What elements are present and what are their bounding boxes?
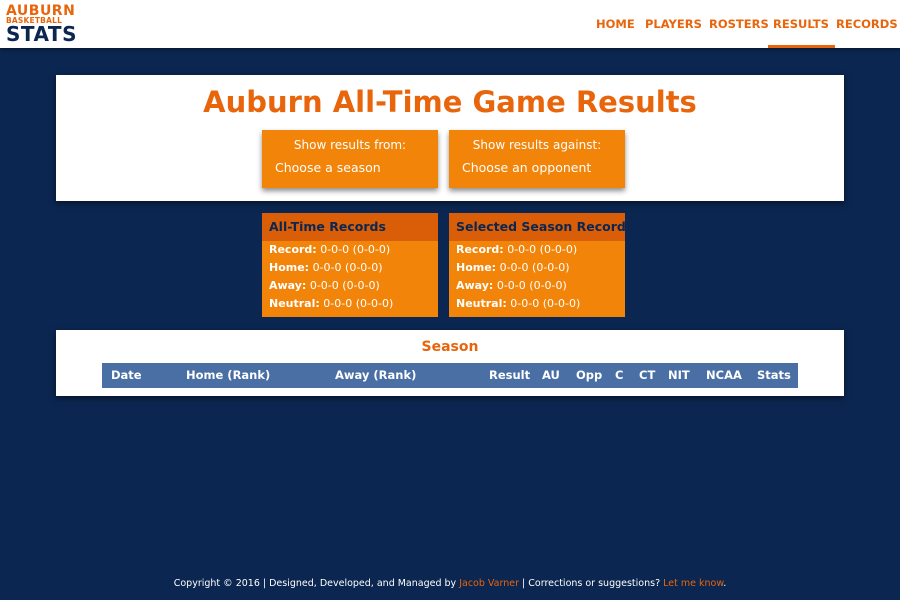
home-value: 0-0-0 (0-0-0) bbox=[312, 261, 383, 274]
season-filter-value[interactable]: Choose a season bbox=[275, 160, 381, 175]
footer-corrections-text: | Corrections or suggestions? bbox=[519, 578, 664, 589]
column-header-ct[interactable]: CT bbox=[639, 363, 655, 388]
all-time-home-line: Home: 0-0-0 (0-0-0) bbox=[262, 259, 438, 277]
neutral-label: Neutral: bbox=[269, 297, 320, 310]
all-time-neutral-line: Neutral: 0-0-0 (0-0-0) bbox=[262, 295, 438, 313]
nav-home[interactable]: HOME bbox=[596, 17, 635, 31]
home-value: 0-0-0 (0-0-0) bbox=[499, 261, 570, 274]
all-time-records-title: All-Time Records bbox=[262, 213, 438, 241]
opponent-filter-label: Show results against: bbox=[472, 138, 602, 152]
neutral-value: 0-0-0 (0-0-0) bbox=[323, 297, 394, 310]
column-header-opp[interactable]: Opp bbox=[576, 363, 602, 388]
season-neutral-line: Neutral: 0-0-0 (0-0-0) bbox=[449, 295, 625, 313]
footer-copyright-text: Copyright © 2016 | Designed, Developed, … bbox=[173, 578, 460, 589]
nav-players[interactable]: PLAYERS bbox=[645, 17, 702, 31]
results-table-header: Date Home (Rank) Away (Rank) Result AU O… bbox=[102, 363, 798, 388]
home-label: Home: bbox=[269, 261, 310, 274]
away-value: 0-0-0 (0-0-0) bbox=[309, 279, 380, 292]
top-navbar: AUBURN BASKETBALL STATS HOME PLAYERS ROS… bbox=[0, 0, 900, 48]
column-header-date[interactable]: Date bbox=[111, 363, 142, 388]
logo-stats-text: STATS bbox=[6, 22, 77, 46]
neutral-value: 0-0-0 (0-0-0) bbox=[510, 297, 581, 310]
away-label: Away: bbox=[269, 279, 307, 292]
all-time-away-line: Away: 0-0-0 (0-0-0) bbox=[262, 277, 438, 295]
season-filter-dropdown[interactable]: Show results from: Choose a season bbox=[262, 130, 438, 188]
all-time-records-box: All-Time Records Record: 0-0-0 (0-0-0) H… bbox=[262, 213, 438, 317]
season-records-box: Selected Season Records Record: 0-0-0 (0… bbox=[449, 213, 633, 317]
column-header-au[interactable]: AU bbox=[542, 363, 560, 388]
season-record-line: Record: 0-0-0 (0-0-0) bbox=[449, 241, 625, 259]
season-home-line: Home: 0-0-0 (0-0-0) bbox=[449, 259, 625, 277]
page-footer: Copyright © 2016 | Designed, Developed, … bbox=[0, 578, 900, 589]
footer-author-link[interactable]: Jacob Varner bbox=[459, 578, 519, 589]
results-header-panel: Auburn All-Time Game Results Show result… bbox=[56, 75, 844, 201]
all-time-record-line: Record: 0-0-0 (0-0-0) bbox=[262, 241, 438, 259]
away-value: 0-0-0 (0-0-0) bbox=[496, 279, 567, 292]
column-header-ncaa[interactable]: NCAA bbox=[706, 363, 742, 388]
site-logo[interactable]: AUBURN BASKETBALL STATS bbox=[6, 4, 86, 46]
column-header-stats[interactable]: Stats bbox=[757, 363, 791, 388]
page-title: Auburn All-Time Game Results bbox=[203, 85, 697, 119]
record-label: Record: bbox=[269, 243, 317, 256]
column-header-nit[interactable]: NIT bbox=[668, 363, 690, 388]
opponent-filter-value[interactable]: Choose an opponent bbox=[462, 160, 591, 175]
column-header-away[interactable]: Away (Rank) bbox=[335, 363, 416, 388]
record-value: 0-0-0 (0-0-0) bbox=[320, 243, 391, 256]
season-table-title: Season bbox=[421, 339, 479, 355]
neutral-label: Neutral: bbox=[456, 297, 507, 310]
record-label: Record: bbox=[456, 243, 504, 256]
nav-results[interactable]: RESULTS bbox=[768, 17, 835, 48]
season-results-panel: Season Date Home (Rank) Away (Rank) Resu… bbox=[56, 330, 844, 396]
column-header-result[interactable]: Result bbox=[489, 363, 530, 388]
home-label: Home: bbox=[456, 261, 497, 274]
away-label: Away: bbox=[456, 279, 494, 292]
season-records-title: Selected Season Records bbox=[449, 213, 633, 241]
record-value: 0-0-0 (0-0-0) bbox=[507, 243, 578, 256]
season-away-line: Away: 0-0-0 (0-0-0) bbox=[449, 277, 625, 295]
footer-contact-link[interactable]: Let me know bbox=[663, 578, 723, 589]
season-filter-label: Show results from: bbox=[293, 138, 407, 152]
nav-rosters[interactable]: ROSTERS bbox=[709, 17, 769, 31]
opponent-filter-dropdown[interactable]: Show results against: Choose an opponent bbox=[449, 130, 625, 188]
column-header-home[interactable]: Home (Rank) bbox=[186, 363, 270, 388]
footer-period: . bbox=[723, 578, 727, 589]
column-header-c[interactable]: C bbox=[615, 363, 623, 388]
nav-records[interactable]: RECORDS bbox=[836, 17, 898, 31]
